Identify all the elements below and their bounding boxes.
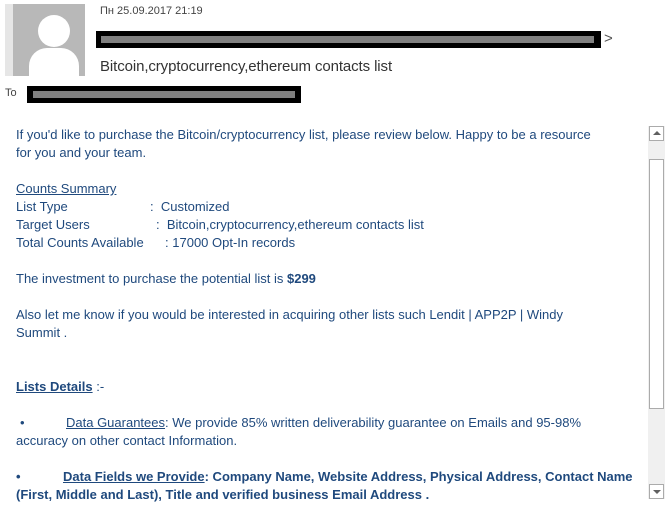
bullet-title: Data Fields we Provide: [63, 469, 205, 484]
bullet-data-guarantees-cont: accuracy on other contact Information.: [16, 433, 238, 448]
bullet-text: : We provide 85% written deliverability …: [165, 415, 582, 430]
counts-summary-heading: Counts Summary: [16, 181, 117, 196]
count-label: List Type: [16, 199, 68, 214]
message-body: If you'd like to purchase the Bitcoin/cr…: [0, 120, 646, 506]
count-value: Bitcoin,cryptocurrency,ethereum contacts…: [166, 217, 424, 232]
other-lists-line-2: Summit .: [16, 325, 68, 340]
intro-line-1: If you'd like to purchase the Bitcoin/cr…: [16, 127, 591, 142]
avatar-head-icon: [38, 15, 70, 47]
sender-avatar: [5, 4, 85, 76]
scrollbar-thumb[interactable]: [649, 159, 664, 409]
bullet-marker: •: [16, 469, 21, 484]
investment-text: The investment to purchase the potential…: [16, 271, 287, 286]
bullet-data-guarantees: • Data Guarantees: We provide 85% written…: [16, 414, 636, 432]
message-subject: Bitcoin,cryptocurrency,ethereum contacts…: [100, 58, 393, 75]
bullet-text: : Company Name, Website Address, Physica…: [204, 469, 633, 484]
bullet-title: Data Guarantees: [66, 415, 166, 430]
count-label: Target Users: [16, 217, 90, 232]
avatar-stripe: [5, 4, 13, 76]
lists-details-suffix: :-: [92, 379, 105, 394]
count-row-total-counts: Total Counts Available: 17000 Opt-In rec…: [16, 234, 295, 252]
investment-line: The investment to purchase the potential…: [16, 270, 636, 288]
message-date: Пн 25.09.2017 21:19: [100, 5, 203, 17]
count-value: Customized: [160, 199, 230, 214]
count-separator: :: [156, 217, 160, 232]
to-label: To: [5, 87, 17, 99]
message-header: Пн 25.09.2017 21:19 > Bitcoin,cryptocurr…: [0, 0, 666, 110]
scroll-up-arrow-icon[interactable]: [649, 126, 664, 141]
intro-line-2: for you and your team.: [16, 145, 147, 160]
count-row-target-users: Target Users: Bitcoin,cryptocurrency,eth…: [16, 216, 424, 234]
sender-suffix: >: [604, 30, 613, 47]
redaction-bar: [101, 36, 594, 43]
other-lists-line-1: Also let me know if you would be interes…: [16, 307, 564, 322]
vertical-scrollbar[interactable]: [648, 126, 665, 499]
avatar-body-icon: [29, 48, 79, 76]
count-separator: :: [150, 199, 154, 214]
count-label: Total Counts Available: [16, 235, 144, 250]
bullet-data-fields-cont: (First, Middle and Last), Title and veri…: [16, 487, 430, 502]
count-row-list-type: List Type: Customized: [16, 198, 230, 216]
lists-details-heading: Lists Details :-: [16, 378, 636, 396]
bullet-data-fields: • Data Fields we Provide: Company Name, W…: [16, 468, 636, 486]
scroll-down-arrow-icon[interactable]: [649, 484, 664, 499]
count-value: 17000 Opt-In records: [172, 235, 296, 250]
lists-details-title: Lists Details: [16, 379, 93, 394]
count-separator: :: [165, 235, 169, 250]
recipient-redacted: [27, 86, 301, 103]
redaction-bar: [33, 91, 295, 98]
bullet-marker: •: [20, 415, 25, 430]
investment-price: $299: [286, 271, 316, 286]
sender-redacted: [96, 31, 601, 48]
